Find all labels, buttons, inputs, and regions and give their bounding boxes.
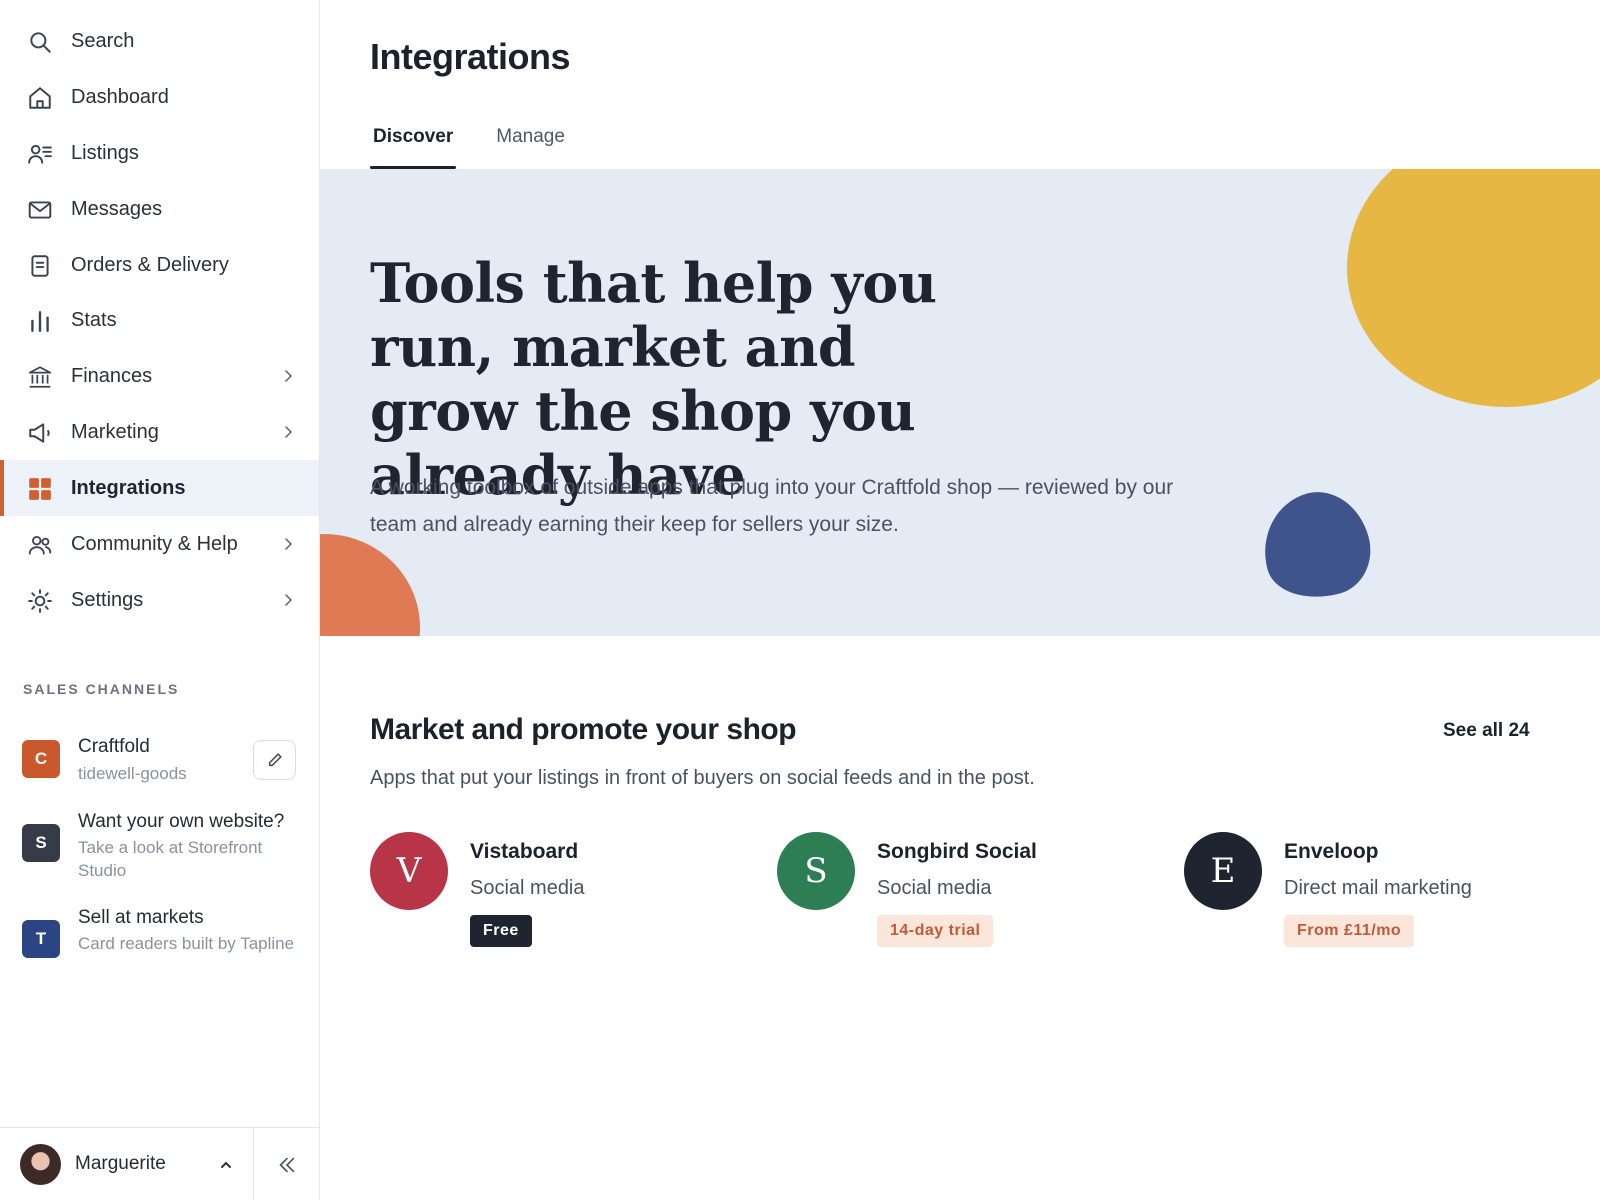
sidebar-item-label: Search xyxy=(71,29,135,52)
sidebar-item-community-help[interactable]: Community & Help xyxy=(0,516,319,572)
see-all-link[interactable]: See all 24 xyxy=(1443,720,1530,742)
sidebar-item-label: Marketing xyxy=(71,420,159,443)
channel-title: Craftfold xyxy=(78,736,150,757)
listings-icon xyxy=(27,141,53,167)
channel-subtitle: Take a look at Storefront Studio xyxy=(78,838,263,880)
bank-icon xyxy=(27,364,53,390)
decorative-blob-yellow xyxy=(1347,169,1600,407)
channel-badge: T xyxy=(22,920,60,958)
clipboard-icon xyxy=(27,253,53,279)
sidebar-item-label: Stats xyxy=(71,308,117,331)
tab-discover[interactable]: Discover xyxy=(370,120,457,169)
sidebar-item-search[interactable]: Search xyxy=(0,13,319,69)
sidebar-item-label: Orders & Delivery xyxy=(71,253,229,276)
sales-channels-heading: SALES CHANNELS xyxy=(23,681,180,697)
section-title: Market and promote your shop xyxy=(370,713,797,746)
app-category: Social media xyxy=(470,877,585,899)
tab-manage[interactable]: Manage xyxy=(493,120,568,169)
sidebar-item-settings[interactable]: Settings xyxy=(0,572,319,628)
sidebar-item-label: Finances xyxy=(71,364,153,387)
app-name: Songbird Social xyxy=(877,840,1037,863)
app-card-vistaboard[interactable]: V Vistaboard Social media Free xyxy=(370,832,750,962)
user-name[interactable]: Marguerite xyxy=(75,1153,166,1175)
decorative-blob-orange xyxy=(320,534,420,636)
app-card-enveloop[interactable]: E Enveloop Direct mail marketing From £1… xyxy=(1184,832,1564,962)
double-chevron-left-icon xyxy=(278,1157,294,1172)
sidebar-item-marketing[interactable]: Marketing xyxy=(0,404,319,460)
page-title: Integrations xyxy=(370,36,571,77)
chevron-right-icon xyxy=(280,536,296,552)
mail-icon xyxy=(27,197,53,223)
sidebar-item-label: Listings xyxy=(71,141,139,164)
app-logo: E xyxy=(1184,832,1262,910)
sidebar-item-label: Integrations xyxy=(71,476,186,499)
pricing-badge: Free xyxy=(470,915,532,947)
pencil-icon xyxy=(268,753,282,767)
chevron-right-icon xyxy=(280,592,296,608)
edit-channel-button[interactable] xyxy=(253,740,296,780)
app-name: Enveloop xyxy=(1284,840,1379,863)
sidebar: Search Dashboard Listings Messages Order… xyxy=(0,0,320,1200)
search-icon xyxy=(27,29,53,55)
channel-title: Want your own website? xyxy=(78,811,285,832)
chevron-up-icon[interactable] xyxy=(218,1157,234,1173)
user-bar: Marguerite xyxy=(0,1127,319,1200)
app-card-songbird-social[interactable]: S Songbird Social Social media 14-day tr… xyxy=(777,832,1157,962)
people-icon xyxy=(27,532,53,558)
home-icon xyxy=(27,85,53,111)
main-content: Integrations Discover Manage Tools that … xyxy=(320,0,1600,1200)
collapse-sidebar-button[interactable] xyxy=(253,1128,319,1200)
gear-icon xyxy=(27,588,53,614)
app-category: Direct mail marketing xyxy=(1284,877,1472,899)
megaphone-icon xyxy=(27,420,53,446)
channel-badge: S xyxy=(22,824,60,862)
sidebar-item-label: Messages xyxy=(71,197,163,220)
app-category: Social media xyxy=(877,877,992,899)
channel-badge: C xyxy=(22,740,60,778)
hero-banner: Tools that help you run, market and grow… xyxy=(320,169,1600,636)
sidebar-item-label: Dashboard xyxy=(71,85,169,108)
sidebar-item-label: Settings xyxy=(71,588,144,611)
sidebar-item-messages[interactable]: Messages xyxy=(0,181,319,237)
chevron-right-icon xyxy=(280,424,296,440)
app-name: Vistaboard xyxy=(470,840,579,863)
pricing-badge: 14-day trial xyxy=(877,915,994,947)
hero-description: A working toolbox of outside apps that p… xyxy=(370,476,1174,536)
sidebar-item-finances[interactable]: Finances xyxy=(0,348,319,404)
decorative-blob-blue xyxy=(1251,481,1381,610)
bar-chart-icon xyxy=(27,308,53,334)
channel-subtitle: Card readers built by Tapline xyxy=(78,934,295,953)
app-logo: S xyxy=(777,832,855,910)
pricing-badge: From £11/mo xyxy=(1284,915,1415,947)
sidebar-item-orders-delivery[interactable]: Orders & Delivery xyxy=(0,237,319,293)
sidebar-item-stats[interactable]: Stats xyxy=(0,292,319,348)
chevron-right-icon xyxy=(280,368,296,384)
sidebar-item-dashboard[interactable]: Dashboard xyxy=(0,69,319,125)
channel-title: Sell at markets xyxy=(78,907,204,928)
sidebar-item-label: Community & Help xyxy=(71,532,238,555)
tab-bar: Discover Manage xyxy=(370,120,605,169)
grid-icon xyxy=(27,476,53,502)
sidebar-item-listings[interactable]: Listings xyxy=(0,125,319,181)
app-logo: V xyxy=(370,832,448,910)
sidebar-item-integrations[interactable]: Integrations xyxy=(0,460,319,516)
avatar[interactable] xyxy=(20,1144,61,1185)
section-description: Apps that put your listings in front of … xyxy=(370,767,1035,789)
